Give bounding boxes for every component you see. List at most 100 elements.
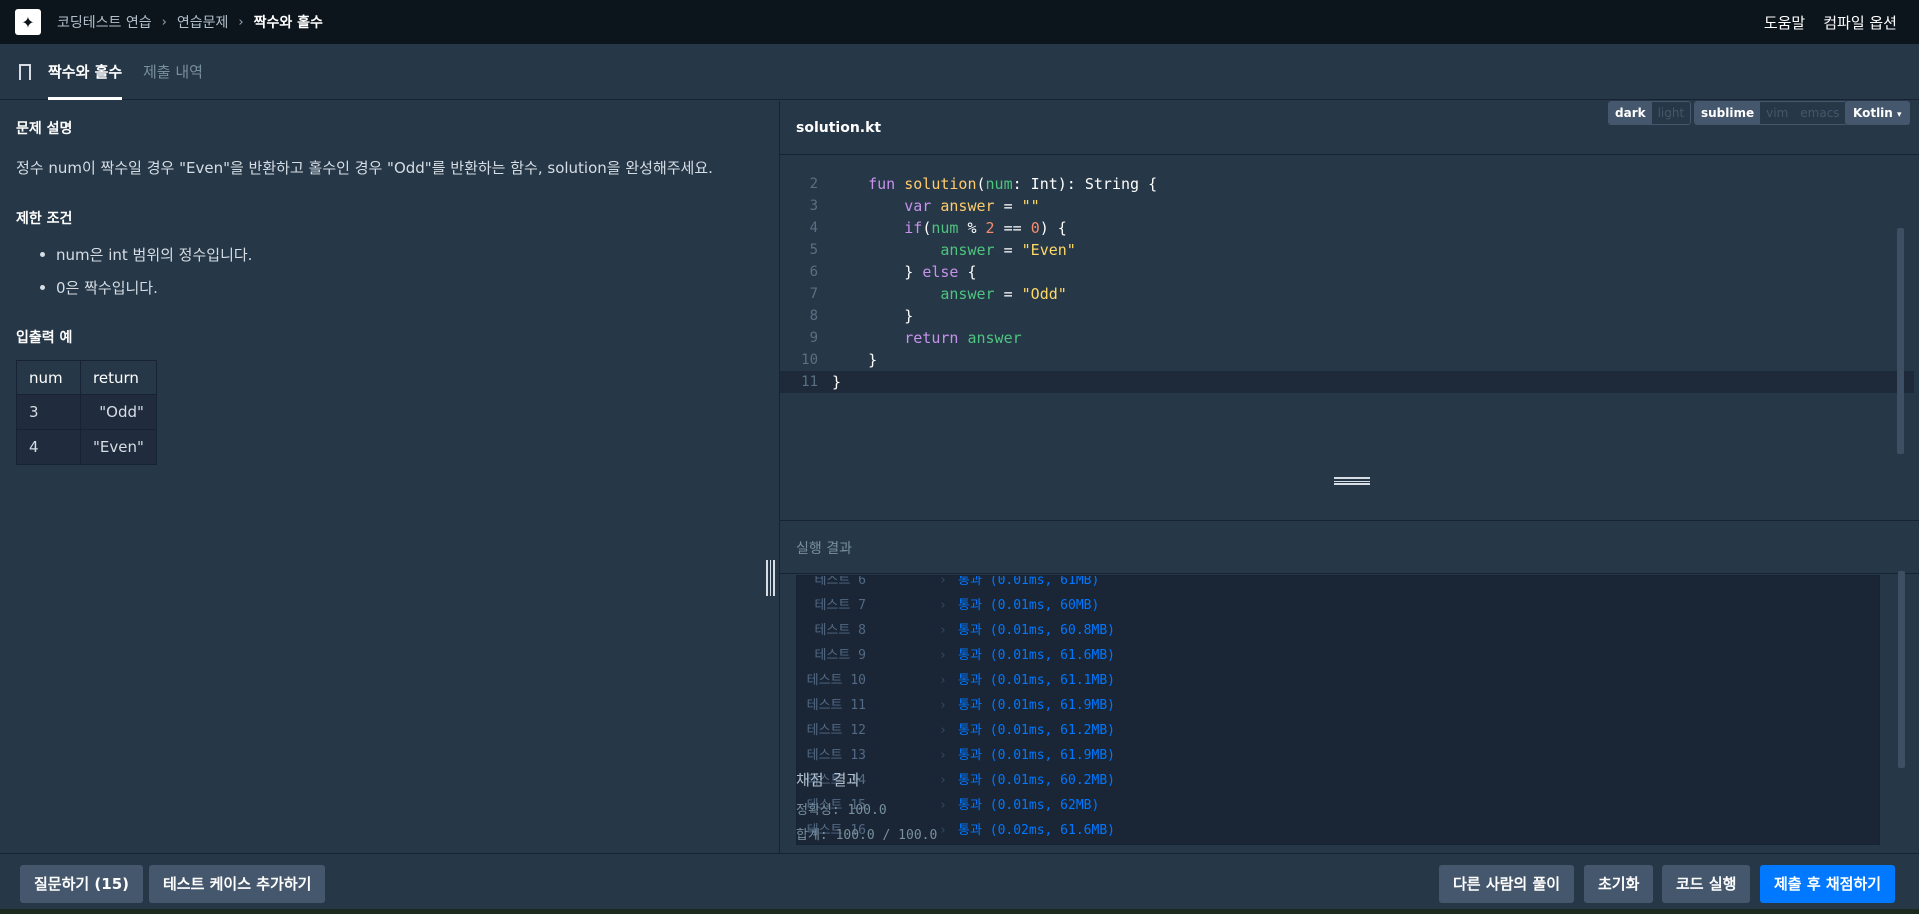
table-cell: 3 <box>16 394 81 430</box>
result-console: 테스트 6 › 통과 (0.01ms, 61MB) 테스트 7 › 통과 (0.01ms,… <box>796 575 1880 845</box>
io-heading: 입출력 예 <box>16 330 73 346</box>
list-item: 0은 짝수입니다. <box>40 277 252 310</box>
help-link[interactable]: 도움말 <box>1764 12 1805 33</box>
score-heading: 채점 결과 <box>796 771 861 789</box>
test-result: 통과 (0.01ms, 61.9MB) <box>958 698 1115 713</box>
console-scrollbar[interactable] <box>1898 571 1905 768</box>
result-title: 실행 결과 <box>796 541 852 557</box>
breadcrumb-practice[interactable]: 연습문제 <box>177 12 229 32</box>
code-line: 8 } <box>780 305 1914 327</box>
line-number: 9 <box>809 330 818 346</box>
editor-resize-handle[interactable] <box>1334 477 1370 485</box>
table-cell: "Odd" <box>80 394 157 430</box>
chevron-right-icon: › <box>238 14 244 30</box>
test-result-row: 테스트 16 › 통과 (0.02ms, 61.6MB) <box>797 818 1879 843</box>
result-header: 실행 결과 <box>780 520 1919 574</box>
test-result-row: 테스트 11 › 통과 (0.01ms, 61.9MB) <box>797 693 1879 718</box>
test-result: 통과 (0.01ms, 61.6MB) <box>958 648 1115 663</box>
accuracy-text: 정확성: 100.0 <box>796 803 887 818</box>
io-table: num return 3 "Odd" 4 "Even" <box>16 360 157 465</box>
line-number: 3 <box>809 198 818 214</box>
code-line: 2 fun solution(num: Int): String { <box>780 173 1914 195</box>
table-header: num <box>16 360 81 395</box>
test-result-row: 테스트 8 › 통과 (0.01ms, 60.8MB) <box>797 618 1879 643</box>
compile-options-link[interactable]: 컴파일 옵션 <box>1823 12 1897 33</box>
code-text: } else { <box>832 263 977 281</box>
bookmark-icon[interactable] <box>19 64 31 85</box>
table-header-row: num return <box>16 360 157 395</box>
line-number: 7 <box>809 286 818 302</box>
bottom-bar: 질문하기 (15) 테스트 케이스 추가하기 다른 사람의 풀이 초기화 코드 … <box>0 853 1919 914</box>
code-text: if(num % 2 == 0) { <box>904 219 1067 237</box>
code-text: answer = "Even" <box>940 241 1076 259</box>
table-cell: 4 <box>16 429 81 465</box>
test-result: 통과 (0.01ms, 61.1MB) <box>958 673 1115 688</box>
others-solution-button[interactable]: 다른 사람의 풀이 <box>1439 865 1575 903</box>
submit-button[interactable]: 제출 후 채점하기 <box>1760 865 1896 903</box>
run-code-button[interactable]: 코드 실행 <box>1662 865 1751 903</box>
line-number: 4 <box>809 220 818 236</box>
tab-problem[interactable]: 짝수와 홀수 <box>48 44 123 100</box>
limits-heading: 제한 조건 <box>16 211 73 227</box>
code-line: 3 var answer = "" <box>780 195 1914 217</box>
bottom-strip <box>0 909 1919 914</box>
code-editor[interactable]: 2 fun solution(num: Int): String { 3 var… <box>780 156 1919 520</box>
test-result-row: 테스트 13 › 통과 (0.01ms, 61.9MB) <box>797 743 1879 768</box>
chevron-right-icon: › <box>939 748 947 763</box>
reset-button[interactable]: 초기화 <box>1584 865 1654 903</box>
tab-bar: 짝수와 홀수 제출 내역 dark light sublime vim emac… <box>0 44 1919 125</box>
test-label: 테스트 12 <box>806 723 866 738</box>
top-navigation: ✦ 코딩테스트 연습 › 연습문제 › 짝수와 홀수 도움말 컴파일 옵션 <box>0 0 1919 44</box>
limits-list: num은 int 범위의 정수입니다. 0은 짝수입니다. <box>40 244 252 310</box>
description-heading: 문제 설명 <box>16 121 73 137</box>
code-text: } <box>832 307 914 325</box>
test-label: 테스트 9 <box>814 648 866 663</box>
code-line: 7 answer = "Odd" <box>780 283 1914 305</box>
chevron-right-icon: › <box>939 723 947 738</box>
test-result-row: 테스트 6 › 통과 (0.01ms, 61MB) <box>797 575 1879 593</box>
test-result: 통과 (0.01ms, 60MB) <box>958 598 1100 613</box>
test-result: 통과 (0.01ms, 60.2MB) <box>958 773 1115 788</box>
code-text: answer = "Odd" <box>940 285 1067 303</box>
test-label: 테스트 7 <box>814 598 866 613</box>
code-line: 4 if(num % 2 == 0) { <box>780 217 1914 239</box>
line-number: 6 <box>809 264 818 280</box>
code-text: } <box>832 351 878 369</box>
tab-submissions[interactable]: 제출 내역 <box>143 44 203 100</box>
chevron-right-icon: › <box>939 673 947 688</box>
code-text: } <box>832 373 842 391</box>
code-line: 9 return answer <box>780 327 1914 349</box>
panel-resize-handle[interactable] <box>766 560 775 596</box>
chevron-right-icon: › <box>161 14 167 30</box>
line-number: 2 <box>809 176 818 192</box>
line-number: 11 <box>801 374 818 390</box>
test-result-row: 테스트 15 › 통과 (0.01ms, 62MB) <box>797 793 1879 818</box>
total-score-text: 합계: 100.0 / 100.0 <box>796 828 938 843</box>
chevron-right-icon: › <box>939 598 947 613</box>
test-result: 통과 (0.01ms, 61.2MB) <box>958 723 1115 738</box>
add-testcase-button[interactable]: 테스트 케이스 추가하기 <box>149 865 326 903</box>
test-result: 통과 (0.01ms, 61MB) <box>958 575 1100 588</box>
editor-scrollbar[interactable] <box>1897 228 1904 454</box>
test-result: 통과 (0.02ms, 61.6MB) <box>958 823 1115 838</box>
test-result: 통과 (0.01ms, 60.8MB) <box>958 623 1115 638</box>
code-text: var answer = "" <box>904 197 1040 215</box>
test-result: 통과 (0.01ms, 62MB) <box>958 798 1100 813</box>
chevron-right-icon: › <box>939 623 947 638</box>
test-result-row: 테스트 7 › 통과 (0.01ms, 60MB) <box>797 593 1879 618</box>
programmers-logo-icon[interactable]: ✦ <box>15 9 41 35</box>
code-line: 10 } <box>780 349 1914 371</box>
test-label: 테스트 10 <box>806 673 866 688</box>
table-row: 4 "Even" <box>16 429 157 465</box>
line-number: 5 <box>809 242 818 258</box>
test-result: 통과 (0.01ms, 61.9MB) <box>958 748 1115 763</box>
chevron-right-icon: › <box>939 823 947 838</box>
editor-panel: solution.kt 2 fun solution(num: Int): St… <box>779 101 1919 853</box>
line-number: 8 <box>809 308 818 324</box>
test-result-row: 테스트 14 › 통과 (0.01ms, 60.2MB) <box>797 768 1879 793</box>
question-button[interactable]: 질문하기 (15) <box>20 865 144 903</box>
breadcrumb-coding-test[interactable]: 코딩테스트 연습 <box>57 12 152 32</box>
chevron-right-icon: › <box>939 698 947 713</box>
test-label: 테스트 13 <box>806 748 866 763</box>
table-header: return <box>80 360 157 395</box>
